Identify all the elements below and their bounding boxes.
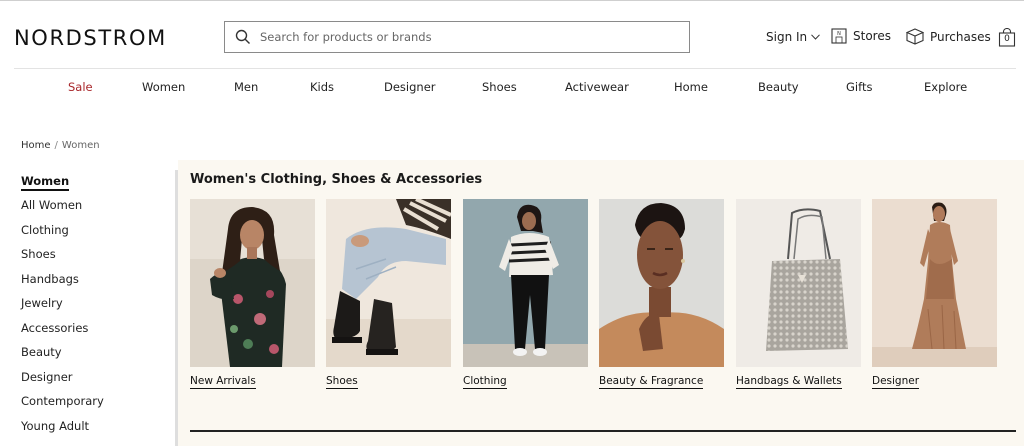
nav-item-explore[interactable]: Explore (924, 80, 967, 94)
purchases-link[interactable]: Purchases (906, 28, 991, 45)
nav-item-gifts[interactable]: Gifts (846, 80, 872, 94)
nav-item-women[interactable]: Women (142, 80, 185, 94)
stores-label: Stores (853, 29, 891, 43)
sidebar-item-shoes[interactable]: Shoes (21, 247, 56, 261)
sign-in-label: Sign In (766, 30, 808, 44)
boots-and-jeans-photo-icon[interactable] (326, 199, 451, 367)
search-input[interactable] (258, 23, 678, 51)
site-header: NORDSTROM Sign In N Stores Purchases 0 (0, 0, 1024, 68)
sidebar-item-handbags[interactable]: Handbags (21, 272, 79, 286)
nav-item-shoes[interactable]: Shoes (482, 80, 517, 94)
svg-text:N: N (837, 31, 841, 37)
store-icon: N (831, 28, 847, 44)
stores-link[interactable]: N Stores (831, 28, 891, 44)
sidebar-item-accessories[interactable]: Accessories (21, 321, 88, 335)
panel-title: Women's Clothing, Shoes & Accessories (190, 172, 483, 187)
nav-item-men[interactable]: Men (234, 80, 258, 94)
nav-item-kids[interactable]: Kids (310, 80, 334, 94)
breadcrumb-home[interactable]: Home (21, 140, 51, 151)
sidebar-item-all-women[interactable]: All Women (21, 198, 82, 212)
chevron-down-icon (811, 34, 821, 40)
model-portrait-photo-icon[interactable] (599, 199, 724, 367)
nav-item-designer[interactable]: Designer (384, 80, 436, 94)
sidebar-title[interactable]: Women (21, 174, 70, 191)
sidebar-item-young-adult[interactable]: Young Adult (21, 419, 89, 433)
shopping-bag-button[interactable]: 0 (998, 28, 1016, 47)
breadcrumb-current: Women (61, 140, 100, 151)
box-icon (906, 28, 924, 45)
model-striped-sweater-photo-icon[interactable] (463, 199, 588, 367)
category-panel: Women's Clothing, Shoes & Accessories Ne… (178, 160, 1024, 446)
nav-item-activewear[interactable]: Activewear (565, 80, 629, 94)
main-nav: Sale Women Men Kids Designer Shoes Activ… (0, 80, 1024, 100)
panel-divider (190, 430, 1016, 432)
nav-item-beauty[interactable]: Beauty (758, 80, 799, 94)
category-card-new-arrivals[interactable]: New Arrivals (190, 199, 315, 389)
purchases-label: Purchases (930, 29, 991, 44)
nordstrom-logo[interactable]: NORDSTROM (14, 26, 167, 50)
breadcrumb-separator: / (54, 140, 58, 151)
search-bar[interactable] (224, 21, 690, 53)
category-label[interactable]: Clothing (463, 375, 507, 389)
breadcrumb: Home / Women (21, 140, 100, 151)
search-icon[interactable] (228, 22, 258, 52)
sidebar-item-jewelry[interactable]: Jewelry (21, 296, 63, 310)
category-sidebar: Women All Women Clothing Shoes Handbags … (21, 170, 171, 433)
shopping-bag-icon: 0 (998, 28, 1016, 47)
sidebar-item-beauty[interactable]: Beauty (21, 345, 62, 359)
category-label[interactable]: Beauty & Fragrance (599, 375, 704, 389)
sidebar-item-designer[interactable]: Designer (21, 370, 73, 384)
category-card-clothing[interactable]: Clothing (463, 199, 588, 389)
category-label[interactable]: New Arrivals (190, 375, 256, 389)
category-card-beauty-fragrance[interactable]: Beauty & Fragrance (599, 199, 724, 389)
category-label[interactable]: Designer (872, 375, 920, 389)
category-card-designer[interactable]: Designer (872, 199, 997, 389)
model-floral-dress-photo-icon[interactable] (190, 199, 315, 367)
sidebar-item-contemporary[interactable]: Contemporary (21, 394, 104, 408)
sign-in-button[interactable]: Sign In (766, 30, 821, 44)
category-card-shoes[interactable]: Shoes (326, 199, 451, 389)
sequin-bag-photo-icon[interactable] (736, 199, 861, 367)
bag-count: 0 (1004, 34, 1010, 44)
nav-item-home[interactable]: Home (674, 80, 708, 94)
header-divider (14, 68, 1016, 69)
category-label[interactable]: Shoes (326, 375, 358, 389)
model-satin-gown-photo-icon[interactable] (872, 199, 997, 367)
category-label[interactable]: Handbags & Wallets (736, 375, 842, 389)
category-card-handbags-wallets[interactable]: Handbags & Wallets (736, 199, 861, 389)
nav-item-sale[interactable]: Sale (68, 80, 93, 94)
sidebar-item-clothing[interactable]: Clothing (21, 223, 69, 237)
